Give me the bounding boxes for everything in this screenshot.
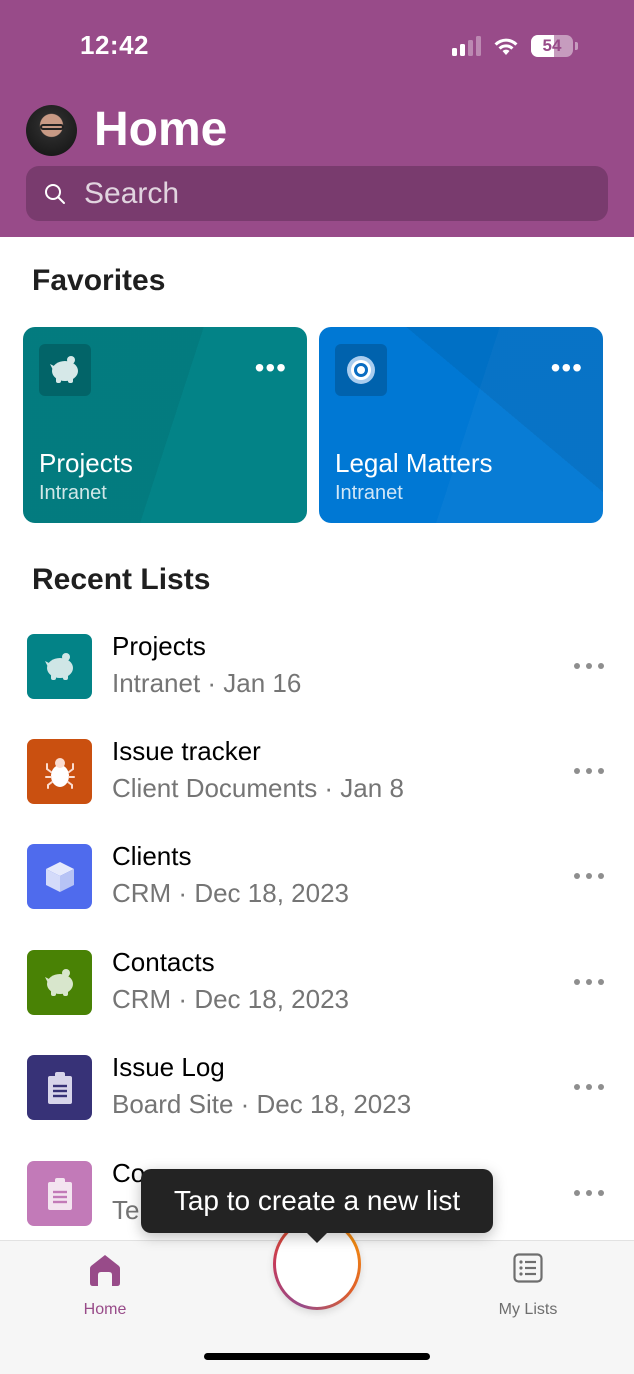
battery-percent: 54 <box>542 36 562 55</box>
search-input[interactable] <box>84 176 564 211</box>
status-time: 12:42 <box>80 30 149 60</box>
list-title: Issue Log <box>112 1052 225 1082</box>
target-icon <box>335 344 387 396</box>
list-subtitle: Intranet · Jan 16 <box>112 668 302 698</box>
app-header: 12:42 54 Home <box>0 0 634 237</box>
more-options-button[interactable] <box>574 866 604 886</box>
plus-icon <box>302 1249 332 1279</box>
list-item[interactable]: Projects Intranet · Jan 16 <box>0 631 634 739</box>
tooltip-text: Tap to create a new list <box>173 1185 461 1216</box>
list-subtitle: Client Documents · Jan 8 <box>112 773 404 803</box>
more-options-button[interactable] <box>574 1077 604 1097</box>
more-options-button[interactable] <box>574 761 604 781</box>
search-bar[interactable] <box>26 166 608 221</box>
list-subtitle: Te <box>112 1195 140 1225</box>
list-title: Clients <box>112 841 192 871</box>
create-list-tooltip: Tap to create a new list <box>141 1169 493 1243</box>
bug-icon <box>27 739 92 804</box>
cube-icon <box>27 844 92 909</box>
list-title: Contacts <box>112 947 215 977</box>
battery-indicator: 54 <box>531 35 573 57</box>
favorites-heading: Favorites <box>32 264 166 297</box>
home-indicator <box>204 1353 430 1360</box>
more-options-button[interactable] <box>574 972 604 992</box>
list-subtitle: CRM · Dec 18, 2023 <box>112 878 349 908</box>
clipboard-icon <box>27 1055 92 1120</box>
favorite-more-button[interactable]: ••• <box>551 354 583 382</box>
favorite-title: Projects <box>39 448 133 478</box>
list-icon <box>513 1253 543 1283</box>
tab-home[interactable]: Home <box>45 1241 165 1331</box>
favorite-subtitle: Intranet <box>335 482 403 504</box>
list-title: Projects <box>112 631 206 661</box>
tab-my-lists[interactable]: My Lists <box>468 1241 588 1331</box>
tab-home-label: Home <box>83 1301 127 1318</box>
favorite-more-button[interactable]: ••• <box>255 354 287 382</box>
favorite-subtitle: Intranet <box>39 482 107 504</box>
recent-lists-heading: Recent Lists <box>32 563 211 596</box>
piggy-bank-icon <box>27 950 92 1015</box>
list-title: Issue tracker <box>112 736 261 766</box>
piggy-bank-icon <box>27 634 92 699</box>
list-subtitle: CRM · Dec 18, 2023 <box>112 984 349 1014</box>
list-item[interactable]: Contacts CRM · Dec 18, 2023 <box>0 947 634 1055</box>
search-icon <box>45 183 65 204</box>
tab-my-lists-label: My Lists <box>498 1301 558 1318</box>
favorite-card-projects[interactable]: ••• Projects Intranet <box>23 327 307 523</box>
status-icons: 54 <box>452 35 578 57</box>
list-subtitle: Board Site · Dec 18, 2023 <box>112 1089 412 1119</box>
home-icon <box>90 1255 120 1286</box>
list-item[interactable]: Issue tracker Client Documents · Jan 8 <box>0 736 634 844</box>
clipboard-icon <box>27 1161 92 1226</box>
user-avatar[interactable] <box>26 105 77 156</box>
wifi-icon <box>494 38 518 55</box>
list-item[interactable]: Issue Log Board Site · Dec 18, 2023 <box>0 1052 634 1160</box>
favorite-card-legal-matters[interactable]: ••• Legal Matters Intranet <box>319 327 603 523</box>
more-options-button[interactable] <box>574 656 604 676</box>
cellular-signal-icon <box>452 36 481 56</box>
page-title: Home <box>94 103 228 156</box>
more-options-button[interactable] <box>574 1183 604 1203</box>
favorite-title: Legal Matters <box>335 448 493 478</box>
piggy-bank-icon <box>39 344 91 396</box>
list-item[interactable]: Clients CRM · Dec 18, 2023 <box>0 841 634 949</box>
